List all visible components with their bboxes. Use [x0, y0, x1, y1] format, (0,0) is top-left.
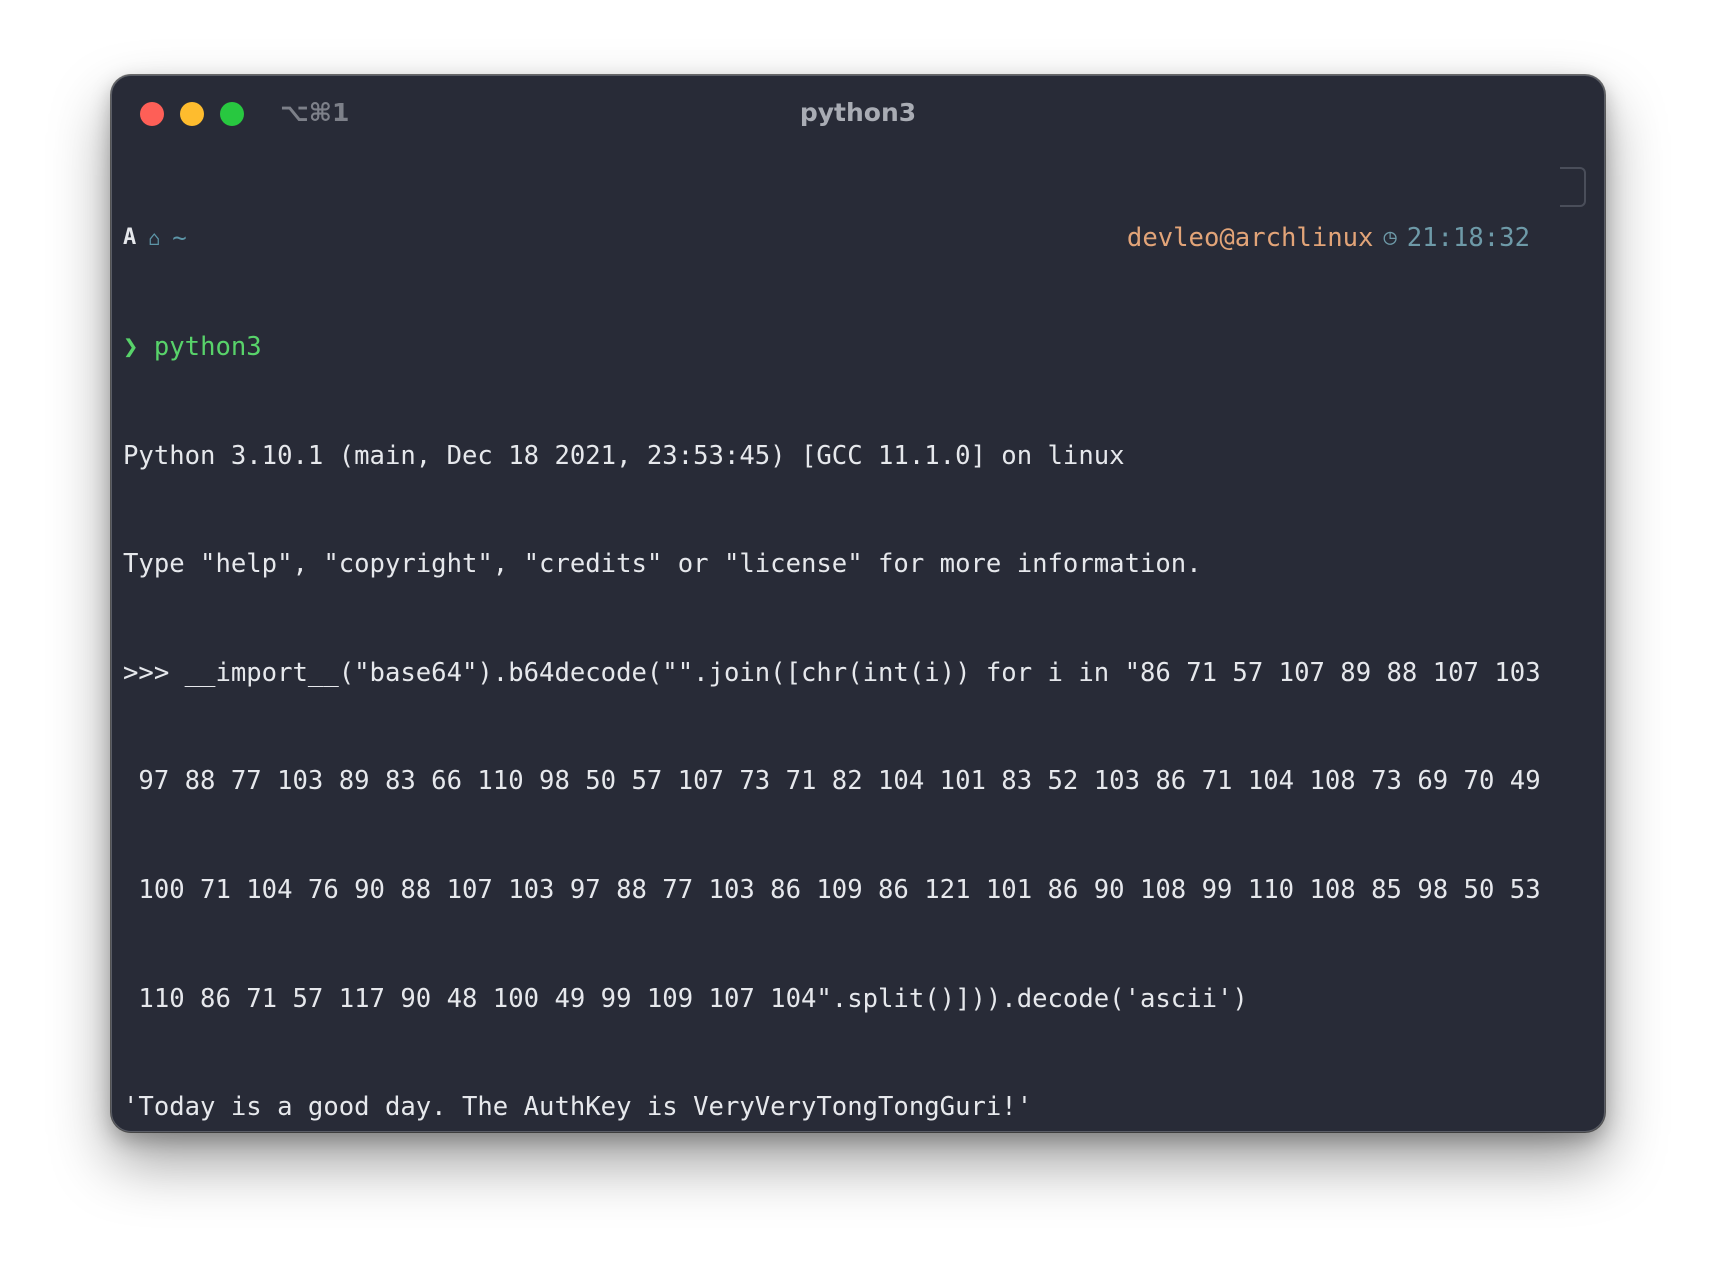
command-text: python3	[153, 332, 262, 362]
prompt-chevron-icon: ❯	[123, 332, 139, 362]
output-line: 110 86 71 57 117 90 48 100 49 99 109 107…	[123, 983, 1248, 1014]
clock-icon: ◷	[1383, 225, 1397, 251]
shell-prompt: A ⌂ ~ devleo@archlinux ◷ 21:18:32	[123, 220, 1596, 256]
prompt-time: 21:18:32	[1406, 223, 1530, 254]
home-icon: ⌂	[148, 226, 161, 251]
output-line: >>> __import__("base64").b64decode("".jo…	[123, 657, 1541, 688]
arch-linux-icon: A	[123, 225, 137, 251]
output-line: Type "help", "copyright", "credits" or "…	[123, 549, 1202, 580]
command-line: ❯ python3	[123, 329, 1596, 365]
terminal-window: ⌥⌘1 python3 A ⌂ ~ devleo@archlinux ◷ 21:…	[111, 75, 1605, 1132]
current-directory: ~	[172, 224, 187, 253]
output-line: 100 71 104 76 90 88 107 103 97 88 77 103…	[123, 874, 1541, 905]
terminal-content[interactable]: A ⌂ ~ devleo@archlinux ◷ 21:18:32 ❯ pyth…	[123, 148, 1596, 1131]
window-title: python3	[799, 98, 917, 127]
prompt-left-segment: A ⌂ ~	[123, 220, 187, 256]
output-line: Python 3.10.1 (main, Dec 18 2021, 23:53:…	[123, 440, 1125, 471]
title-bar[interactable]: ⌥⌘1 python3	[112, 76, 1604, 148]
output-line: 97 88 77 103 89 83 66 110 98 50 57 107 7…	[123, 766, 1541, 797]
prompt-right-segment: devleo@archlinux ◷ 21:18:32	[1127, 220, 1530, 256]
output-line: 'Today is a good day. The AuthKey is Ver…	[123, 1092, 1033, 1123]
user-host: devleo@archlinux	[1126, 223, 1374, 254]
